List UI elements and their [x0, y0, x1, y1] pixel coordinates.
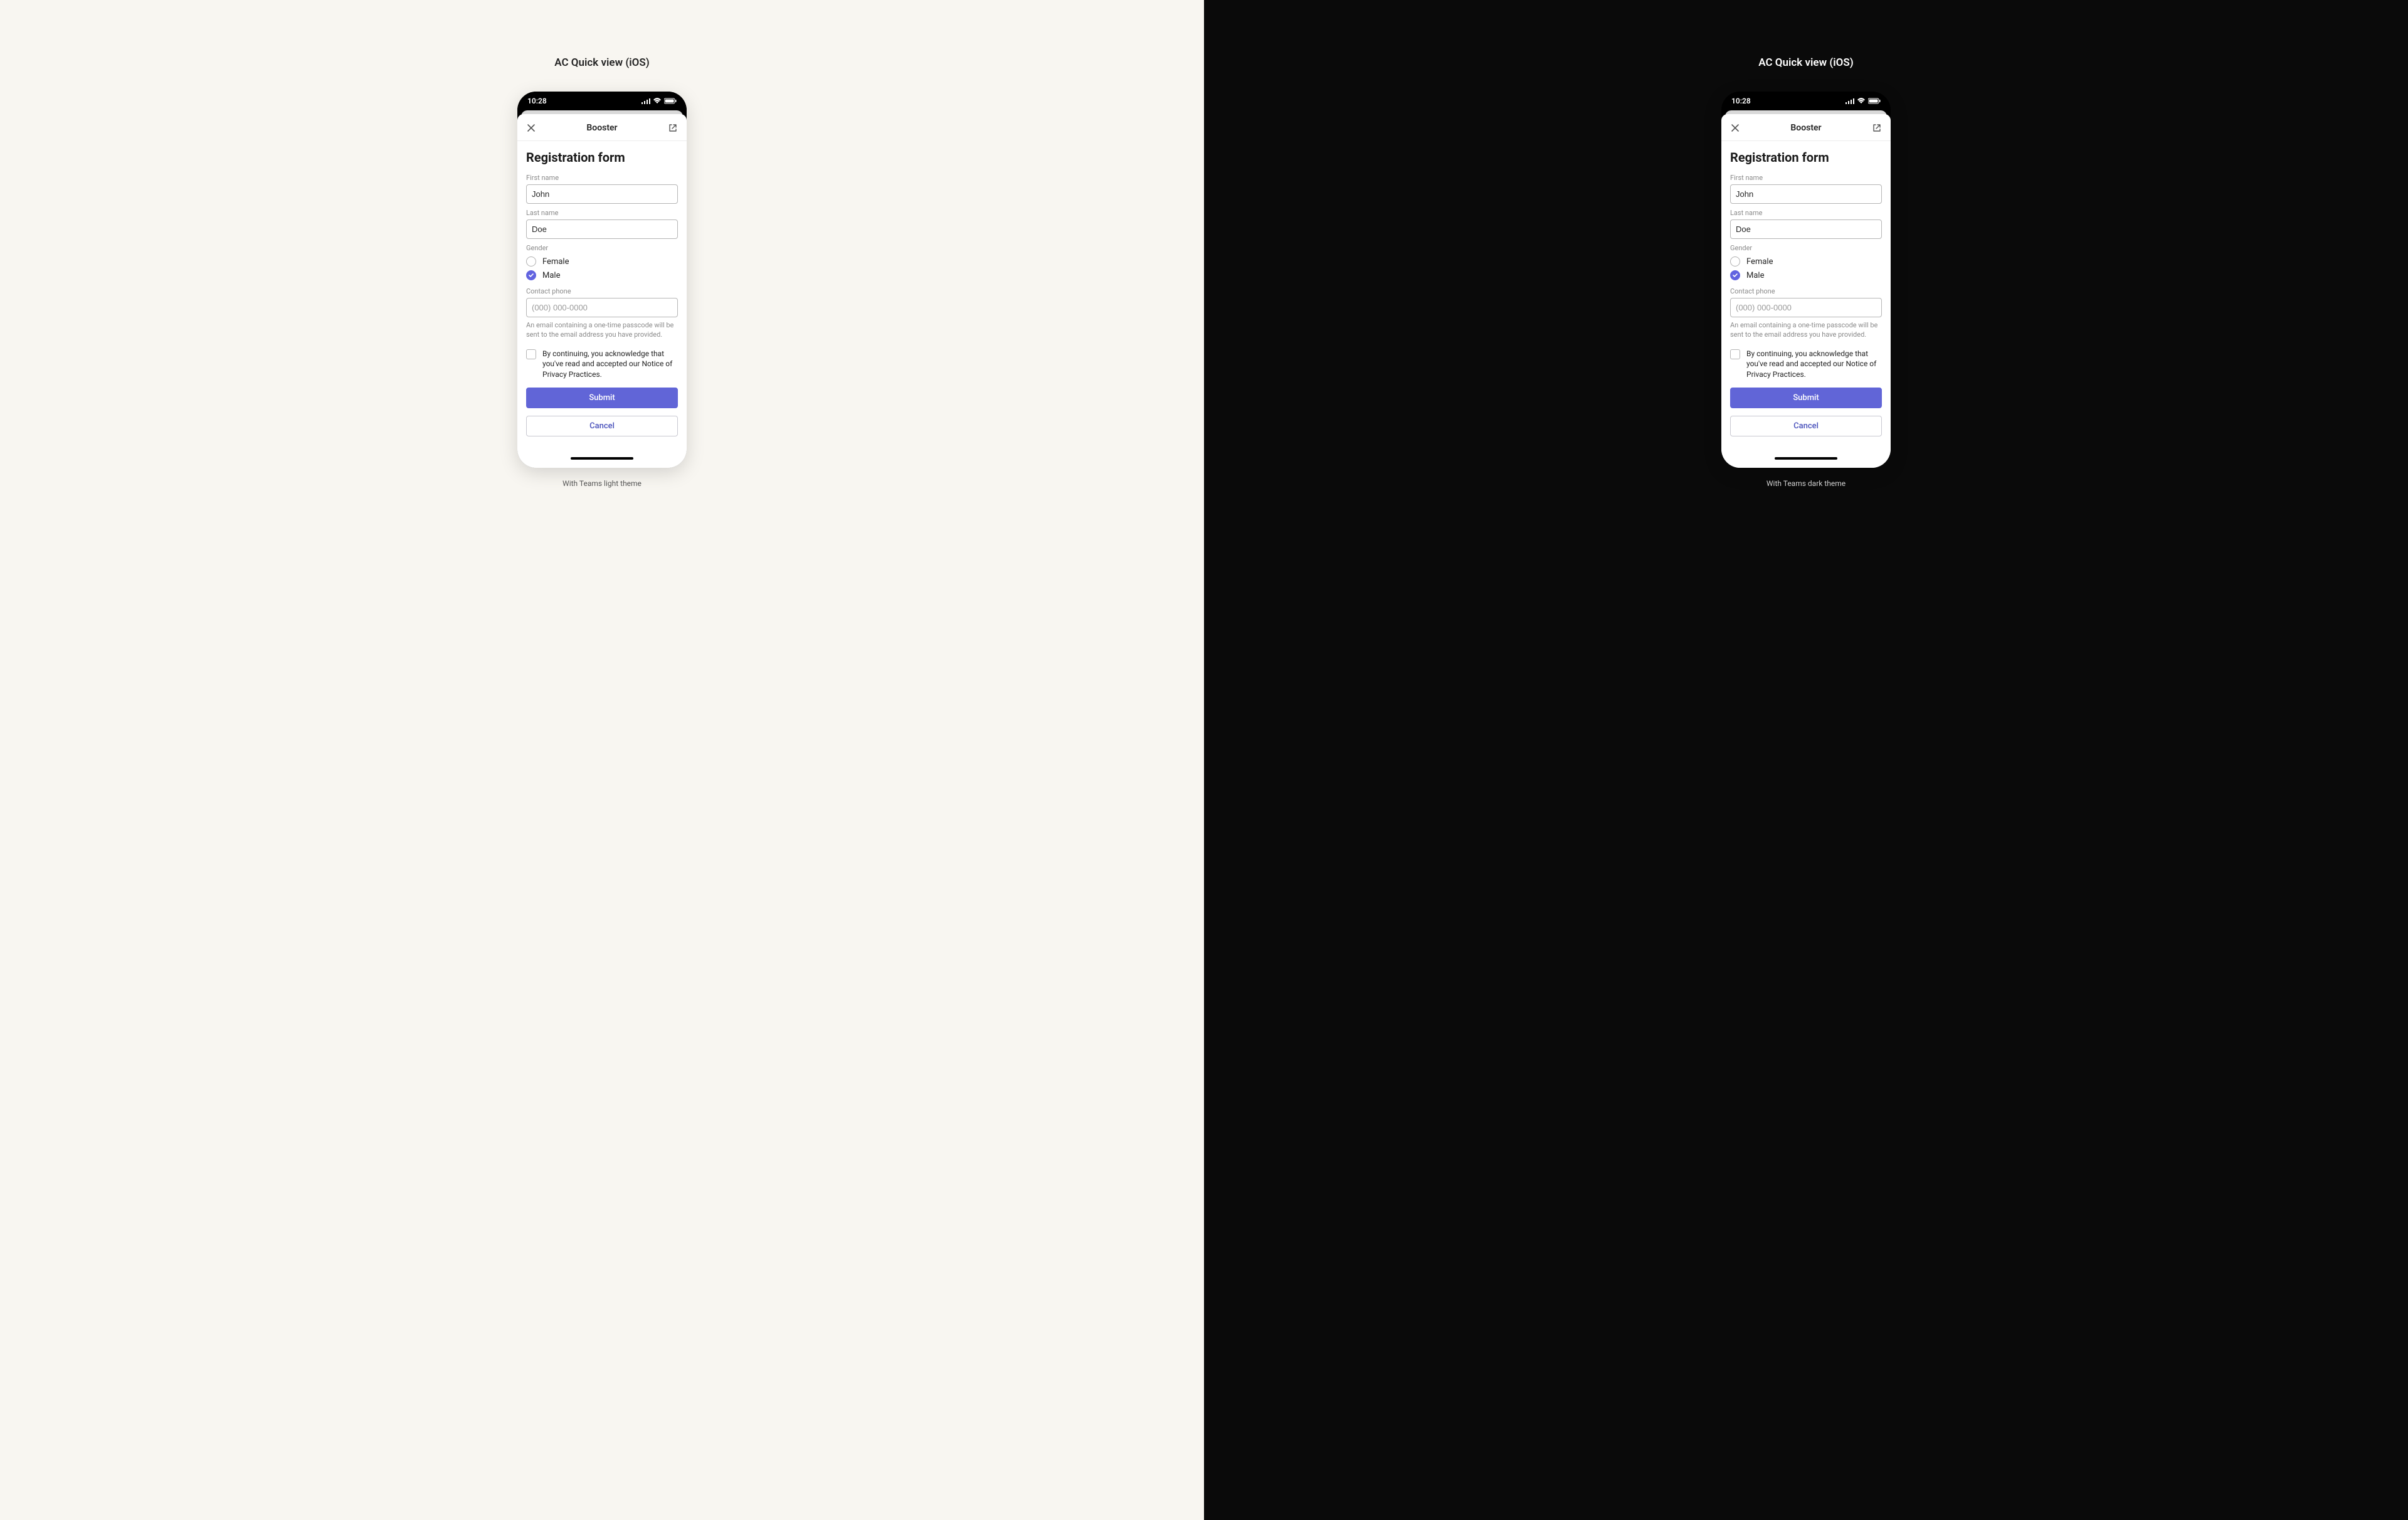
device-frame-dark: 10:28 Booster: [1721, 92, 1891, 468]
consent-checkbox: [1730, 349, 1740, 359]
first-name-input[interactable]: [1730, 184, 1882, 204]
caption: With Teams dark theme: [1766, 479, 1846, 488]
first-name-input[interactable]: [526, 184, 678, 204]
phone-label: Contact phone: [526, 287, 678, 295]
submit-button[interactable]: Submit: [526, 388, 678, 408]
radio-label: Male: [542, 271, 560, 280]
status-time: 10:28: [527, 97, 547, 105]
sheet-header: Booster: [517, 114, 687, 141]
first-name-label: First name: [1730, 174, 1882, 182]
phone-helper-text: An email containing a one-time passcode …: [526, 321, 678, 340]
last-name-label: Last name: [1730, 209, 1882, 217]
close-icon[interactable]: [1729, 122, 1741, 134]
wifi-icon: [1857, 98, 1866, 104]
battery-icon: [664, 98, 677, 104]
signal-icon: [1846, 98, 1854, 104]
first-name-label: First name: [526, 174, 678, 182]
sheet-header: Booster: [1721, 114, 1891, 141]
submit-button[interactable]: Submit: [1730, 388, 1882, 408]
phone-input[interactable]: [1730, 298, 1882, 317]
modal-sheet: Booster Registration form First name Las…: [1721, 114, 1891, 468]
gender-option-female[interactable]: Female: [1730, 255, 1882, 268]
last-name-input[interactable]: [1730, 219, 1882, 239]
gender-option-female[interactable]: Female: [526, 255, 678, 268]
radio-indicator: [1730, 270, 1740, 280]
last-name-input[interactable]: [526, 219, 678, 239]
gender-label: Gender: [1730, 244, 1882, 252]
panel-title: AC Quick view (iOS): [554, 56, 649, 69]
sheet-body: Registration form First name Last name G…: [1721, 141, 1891, 449]
open-external-icon[interactable]: [1871, 122, 1883, 134]
home-indicator[interactable]: [1721, 449, 1891, 468]
device-frame-light: 10:28 Booster: [517, 92, 687, 468]
radio-label: Female: [542, 257, 569, 267]
gender-radio-group: Female Male: [1730, 255, 1882, 282]
consent-text: By continuing, you acknowledge that you'…: [542, 349, 678, 380]
wifi-icon: [653, 98, 662, 104]
phone-helper-text: An email containing a one-time passcode …: [1730, 321, 1882, 340]
home-indicator-bar: [571, 457, 633, 460]
status-bar: 10:28: [517, 92, 687, 110]
cancel-button[interactable]: Cancel: [526, 416, 678, 436]
sheet-title: Booster: [1790, 123, 1821, 133]
last-name-label: Last name: [526, 209, 678, 217]
cancel-button[interactable]: Cancel: [1730, 416, 1882, 436]
signal-icon: [642, 98, 650, 104]
gender-label: Gender: [526, 244, 678, 252]
consent-text: By continuing, you acknowledge that you'…: [1746, 349, 1882, 380]
open-external-icon[interactable]: [667, 122, 679, 134]
phone-label: Contact phone: [1730, 287, 1882, 295]
radio-indicator: [526, 270, 536, 280]
caption: With Teams light theme: [562, 479, 642, 488]
radio-indicator: [1730, 256, 1740, 267]
form-title: Registration form: [1730, 150, 1882, 165]
gender-radio-group: Female Male: [526, 255, 678, 282]
gender-option-male[interactable]: Male: [526, 268, 678, 282]
status-bar: 10:28: [1721, 92, 1891, 110]
dark-theme-panel: AC Quick view (iOS) 10:28: [1204, 0, 2408, 1520]
consent-checkbox: [526, 349, 536, 359]
light-theme-panel: AC Quick view (iOS) 10:28: [0, 0, 1204, 1520]
gender-option-male[interactable]: Male: [1730, 268, 1882, 282]
sheet-body: Registration form First name Last name G…: [517, 141, 687, 449]
home-indicator[interactable]: [517, 449, 687, 468]
radio-label: Female: [1746, 257, 1773, 267]
sheet-title: Booster: [586, 123, 617, 133]
modal-sheet: Booster Registration form First name Las…: [517, 114, 687, 468]
battery-icon: [1868, 98, 1881, 104]
status-time: 10:28: [1731, 97, 1751, 105]
home-indicator-bar: [1775, 457, 1837, 460]
close-icon[interactable]: [525, 122, 537, 134]
consent-checkbox-row[interactable]: By continuing, you acknowledge that you'…: [1730, 349, 1882, 380]
form-title: Registration form: [526, 150, 678, 165]
phone-input[interactable]: [526, 298, 678, 317]
panel-title: AC Quick view (iOS): [1758, 56, 1853, 69]
radio-indicator: [526, 256, 536, 267]
consent-checkbox-row[interactable]: By continuing, you acknowledge that you'…: [526, 349, 678, 380]
radio-label: Male: [1746, 271, 1764, 280]
